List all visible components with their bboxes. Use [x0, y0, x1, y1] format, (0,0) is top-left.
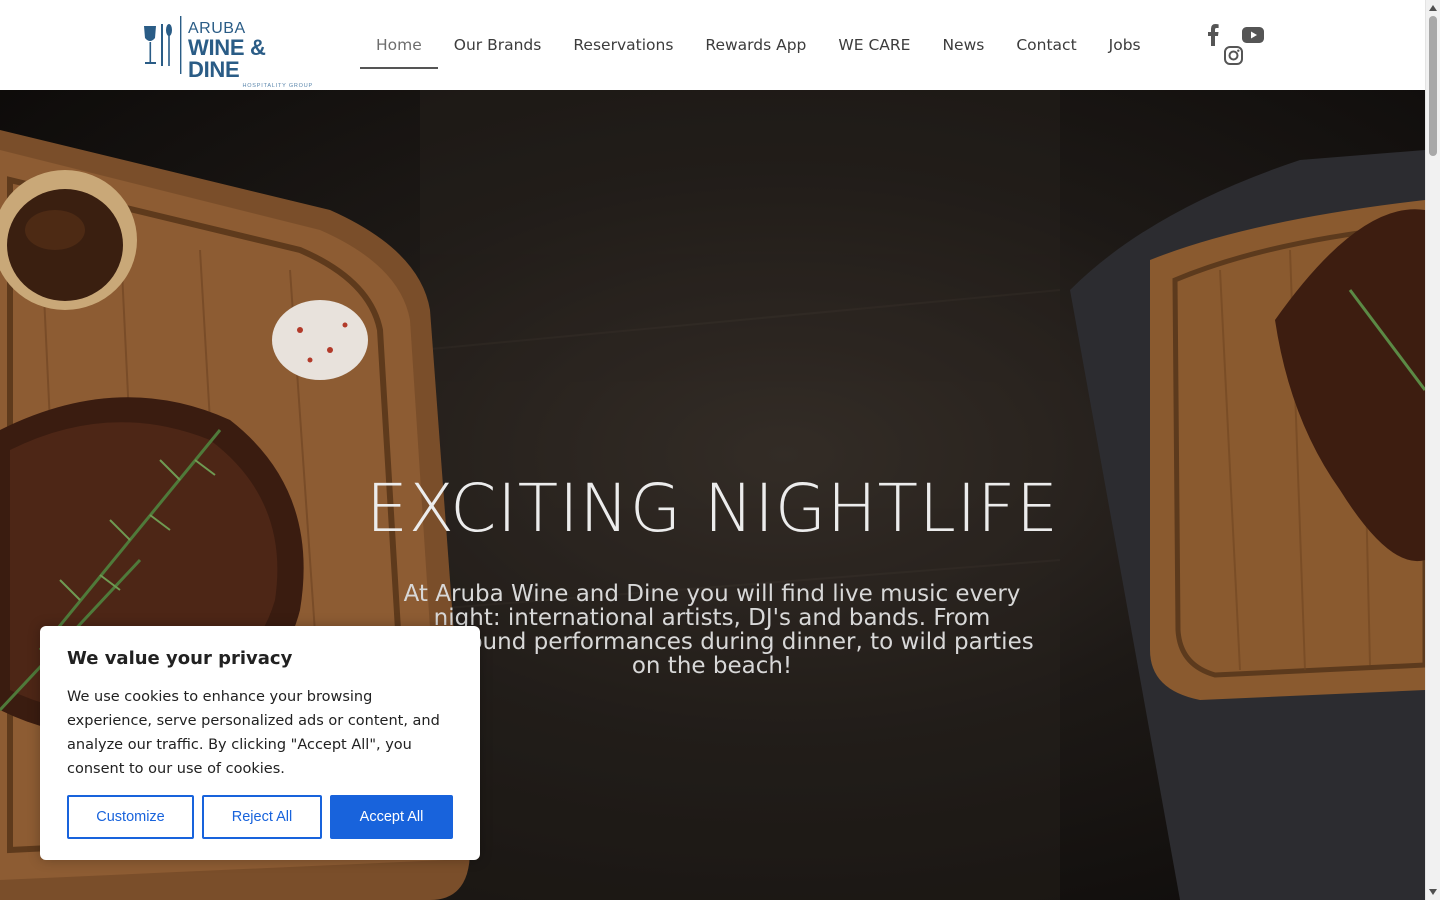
nav-item-we-care[interactable]: WE CARE — [822, 0, 926, 90]
nav-item-home[interactable]: Home — [360, 0, 438, 90]
logo-wordmark: ARUBA WINE & DINE HOSPITALITY GROUP — [188, 21, 317, 90]
scroll-down-arrow-icon[interactable] — [1429, 889, 1437, 895]
logo-line-wine-dine: WINE & DINE — [188, 35, 266, 82]
nav-item-reservations[interactable]: Reservations — [557, 0, 689, 90]
accept-all-button[interactable]: Accept All — [330, 795, 453, 839]
logo-line-hospitality: HOSPITALITY GROUP — [242, 83, 313, 89]
instagram-icon[interactable] — [1222, 44, 1244, 66]
cookie-title: We value your privacy — [67, 648, 293, 669]
site-logo[interactable]: ARUBA WINE & DINE HOSPITALITY GROUP — [142, 16, 317, 89]
nav-item-news[interactable]: News — [926, 0, 1000, 90]
social-links — [1200, 22, 1270, 70]
nav-item-rewards-app[interactable]: Rewards App — [689, 0, 822, 90]
customize-button[interactable]: Customize — [67, 795, 194, 839]
cookie-buttons: Customize Reject All Accept All — [67, 795, 453, 839]
reject-all-button[interactable]: Reject All — [202, 795, 322, 839]
cookie-consent-banner: We value your privacy We use cookies to … — [40, 626, 480, 860]
nav-item-our-brands[interactable]: Our Brands — [438, 0, 558, 90]
hero-title: EXCITING NIGHTLIFE — [366, 470, 1059, 547]
main-nav: Home Our Brands Reservations Rewards App… — [360, 0, 1157, 90]
facebook-icon[interactable] — [1202, 24, 1224, 46]
hero-description: At Aruba Wine and Dine you will find liv… — [390, 581, 1034, 679]
scroll-up-arrow-icon[interactable] — [1429, 5, 1437, 11]
scroll-thumb[interactable] — [1429, 16, 1437, 156]
nav-item-jobs[interactable]: Jobs — [1093, 0, 1157, 90]
site-header: ARUBA WINE & DINE HOSPITALITY GROUP Home… — [0, 0, 1425, 90]
glass-cutlery-icon — [144, 16, 182, 74]
youtube-icon[interactable] — [1242, 24, 1264, 46]
page-scrollbar[interactable] — [1425, 0, 1440, 900]
cookie-description: We use cookies to enhance your browsing … — [67, 689, 440, 777]
nav-item-contact[interactable]: Contact — [1000, 0, 1092, 90]
